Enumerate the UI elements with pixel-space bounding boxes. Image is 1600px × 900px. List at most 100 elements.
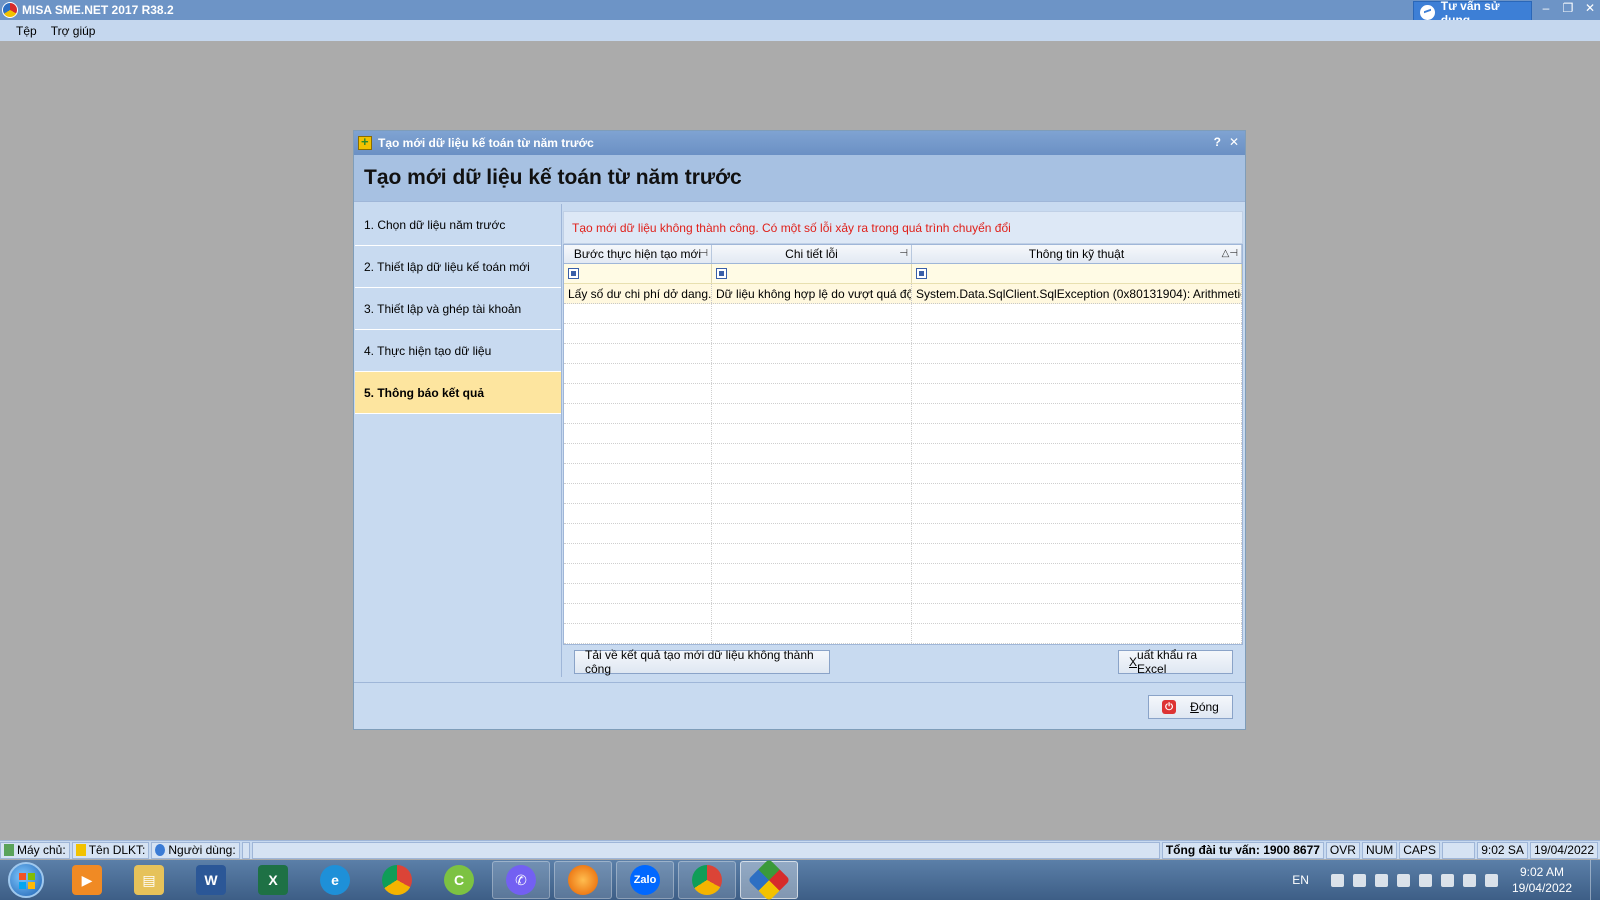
empty-cell bbox=[712, 564, 912, 583]
step-setup-new-data[interactable]: 2. Thiết lập dữ liệu kế toán mới bbox=[355, 246, 561, 288]
empty-cell bbox=[712, 344, 912, 363]
empty-table-row bbox=[564, 524, 1242, 544]
file-explorer-icon: ▤ bbox=[134, 865, 164, 895]
add-database-icon bbox=[358, 134, 372, 150]
flag-icon[interactable] bbox=[1440, 873, 1454, 887]
step-create-data[interactable]: 4. Thực hiện tạo dữ liệu bbox=[355, 330, 561, 372]
empty-cell bbox=[712, 464, 912, 483]
step-setup-accounts[interactable]: 3. Thiết lập và ghép tài khoản bbox=[355, 288, 561, 330]
filter-cell-technical[interactable] bbox=[912, 264, 1242, 283]
clock-date: 19/04/2022 bbox=[1511, 881, 1572, 895]
taskbar-chrome[interactable] bbox=[368, 861, 426, 899]
empty-cell bbox=[712, 624, 912, 643]
filter-icon[interactable] bbox=[568, 268, 579, 279]
viber-icon: ✆ bbox=[506, 865, 536, 895]
close-app-button[interactable]: ✕ bbox=[1584, 1, 1596, 15]
network-icon[interactable] bbox=[1462, 873, 1476, 887]
empty-table-row bbox=[564, 464, 1242, 484]
system-tray: EN 9:02 AM 19/04/2022 bbox=[1292, 860, 1600, 900]
taskbar: ▶ ▤ W X e C ✆ Zalo EN 9:02 AM 19/04/2022 bbox=[0, 858, 1600, 900]
taskbar-internet-explorer[interactable]: e bbox=[306, 861, 364, 899]
empty-table-row bbox=[564, 564, 1242, 584]
error-grid: Bước thực hiện tạo mới ⊣ Chi tiết lỗi ⊣ … bbox=[563, 244, 1243, 645]
pin-icon[interactable]: ⊣ bbox=[699, 248, 708, 259]
cell-step[interactable]: Lấy số dư chi phí dở dang... bbox=[564, 284, 712, 303]
taskbar-zalo[interactable]: Zalo bbox=[616, 861, 674, 899]
antivirus-icon[interactable] bbox=[1418, 873, 1432, 887]
word-icon: W bbox=[196, 865, 226, 895]
database-icon bbox=[75, 844, 86, 856]
status-server: Máy chủ: bbox=[0, 841, 70, 859]
filter-icon[interactable] bbox=[716, 268, 727, 279]
restore-button[interactable]: ❐ bbox=[1562, 1, 1574, 15]
misa-logo-icon bbox=[2, 2, 18, 18]
column-header-detail[interactable]: Chi tiết lỗi ⊣ bbox=[712, 245, 912, 263]
dialog-titlebar: Tạo mới dữ liệu kế toán từ năm trước ? ✕ bbox=[354, 131, 1245, 155]
tray-icons bbox=[1330, 873, 1498, 887]
app-title: MISA SME.NET 2017 R38.2 bbox=[22, 3, 174, 17]
filter-cell-detail[interactable] bbox=[712, 264, 912, 283]
show-hidden-icons-icon[interactable] bbox=[1330, 873, 1344, 887]
taskbar-misa[interactable] bbox=[740, 858, 798, 900]
empty-cell bbox=[912, 564, 1242, 583]
filter-cell-step[interactable] bbox=[564, 264, 712, 283]
empty-table-row bbox=[564, 384, 1242, 404]
step-result[interactable]: 5. Thông báo kết quả bbox=[355, 372, 561, 414]
close-button[interactable]: ⏻ Đóng bbox=[1148, 695, 1233, 719]
status-caps: CAPS bbox=[1399, 841, 1440, 859]
empty-cell bbox=[564, 404, 712, 423]
cell-technical[interactable]: System.Data.SqlClient.SqlException (0x80… bbox=[912, 284, 1242, 303]
empty-cell bbox=[912, 624, 1242, 643]
cell-detail[interactable]: Dữ liệu không hợp lệ do vượt quá độ l... bbox=[712, 284, 912, 303]
user-icon bbox=[155, 844, 166, 856]
zalo-icon: Zalo bbox=[630, 865, 660, 895]
grid-header: Bước thực hiện tạo mới ⊣ Chi tiết lỗi ⊣ … bbox=[564, 245, 1242, 264]
empty-table-row bbox=[564, 304, 1242, 324]
export-excel-button[interactable]: Xuất khẩu ra Excel bbox=[1118, 648, 1233, 676]
volume-icon[interactable] bbox=[1484, 873, 1498, 887]
empty-table-row bbox=[564, 624, 1242, 644]
empty-cell bbox=[564, 304, 712, 323]
pin-icon[interactable]: ⊣ bbox=[899, 248, 908, 259]
messenger-icon bbox=[1420, 5, 1435, 20]
status-hotline: Tổng đài tư vấn: 1900 8677 bbox=[1161, 841, 1324, 859]
minimize-button[interactable]: – bbox=[1540, 1, 1552, 15]
cloud-icon[interactable] bbox=[1374, 873, 1388, 887]
taskbar-firefox[interactable] bbox=[554, 861, 612, 899]
dialog-close-icon[interactable]: ✕ bbox=[1229, 135, 1239, 149]
sort-pin-icon[interactable]: △⊣ bbox=[1222, 248, 1238, 259]
taskbar-excel[interactable]: X bbox=[244, 861, 302, 899]
taskbar-file-explorer[interactable]: ▤ bbox=[120, 861, 178, 899]
app-titlebar: MISA SME.NET 2017 R38.2 Tư vấn sử dụng –… bbox=[0, 0, 1600, 27]
taskbar-word[interactable]: W bbox=[182, 861, 240, 899]
column-header-technical[interactable]: Thông tin kỹ thuật △⊣ bbox=[912, 245, 1242, 263]
step-choose-previous-data[interactable]: 1. Chọn dữ liệu năm trước bbox=[355, 204, 561, 246]
network-user-icon[interactable] bbox=[1396, 873, 1410, 887]
empty-cell bbox=[564, 484, 712, 503]
table-row[interactable]: Lấy số dư chi phí dở dang... Dữ liệu khô… bbox=[564, 284, 1242, 304]
clock[interactable]: 9:02 AM 19/04/2022 bbox=[1512, 864, 1572, 896]
window-controls: – ❐ ✕ bbox=[1540, 1, 1596, 15]
column-label: Chi tiết lỗi bbox=[785, 247, 838, 261]
column-header-step[interactable]: Bước thực hiện tạo mới ⊣ bbox=[564, 245, 712, 263]
power-icon: ⏻ bbox=[1162, 700, 1177, 714]
empty-table-row bbox=[564, 444, 1242, 464]
menu-file[interactable]: Tệp bbox=[16, 24, 37, 38]
taskbar-chrome-profile[interactable] bbox=[678, 861, 736, 899]
language-indicator[interactable]: EN bbox=[1292, 873, 1309, 887]
download-failed-result-button[interactable]: Tải về kết quả tạo mới dữ liệu không thà… bbox=[574, 648, 830, 676]
empty-cell bbox=[564, 624, 712, 643]
empty-cell bbox=[912, 304, 1242, 323]
empty-cell bbox=[712, 544, 912, 563]
show-desktop-button[interactable] bbox=[1590, 860, 1600, 900]
dialog-help-button[interactable]: ? bbox=[1214, 135, 1221, 149]
security-icon[interactable] bbox=[1352, 873, 1366, 887]
taskbar-media-player[interactable]: ▶ bbox=[58, 861, 116, 899]
taskbar-viber[interactable]: ✆ bbox=[492, 861, 550, 899]
empty-table-row bbox=[564, 404, 1242, 424]
start-button[interactable] bbox=[8, 862, 44, 898]
filter-icon[interactable] bbox=[916, 268, 927, 279]
empty-cell bbox=[712, 364, 912, 383]
menu-help[interactable]: Trợ giúp bbox=[51, 24, 96, 38]
taskbar-cc-cleaner[interactable]: C bbox=[430, 861, 488, 899]
